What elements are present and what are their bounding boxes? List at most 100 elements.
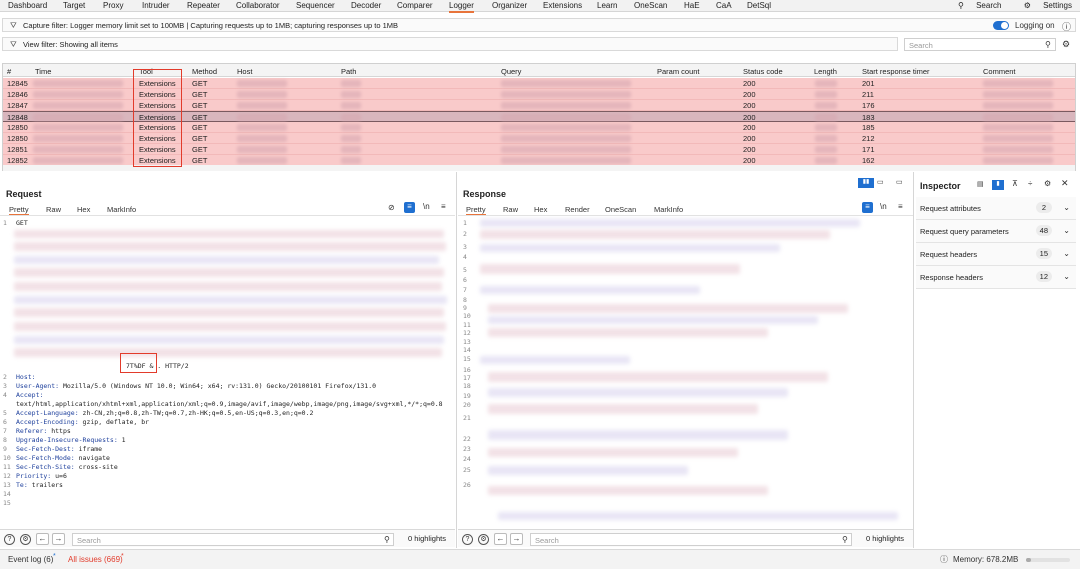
tab-sequencer[interactable]: Sequencer xyxy=(296,1,335,10)
menu-icon[interactable]: ≡ xyxy=(898,202,903,211)
help-icon[interactable]: ? xyxy=(4,534,15,545)
line-number: 11 xyxy=(463,321,471,329)
request-tab-raw[interactable]: Raw xyxy=(46,205,61,214)
response-tab-onescan[interactable]: OneScan xyxy=(605,205,636,214)
gear-icon[interactable]: ⚙ xyxy=(478,534,489,545)
layout-icon[interactable]: ▤ xyxy=(977,180,984,188)
inspector-section[interactable]: Response headers 12 ⌄ xyxy=(916,266,1076,289)
back-arrow-icon[interactable]: ← xyxy=(494,533,507,545)
redacted xyxy=(488,328,768,337)
forward-arrow-icon[interactable]: → xyxy=(510,533,523,545)
tab-target[interactable]: Target xyxy=(63,1,85,10)
line-number: 10 xyxy=(463,312,471,320)
filter-icon: ⛛ xyxy=(10,21,17,30)
tab-logger[interactable]: Logger xyxy=(449,1,474,13)
inspector-section[interactable]: Request headers 15 ⌄ xyxy=(916,243,1076,266)
settings-button[interactable]: ⚙ Settings xyxy=(1014,1,1072,10)
col-number[interactable]: # xyxy=(7,67,11,76)
request-editor[interactable]: 1 GET 7T%DF & . HTTP/2 2 Host: 3 User-Agent… xyxy=(0,215,455,528)
eye-off-icon[interactable]: ⊘ xyxy=(388,203,395,212)
help-icon[interactable]: ⓘ xyxy=(1062,20,1071,33)
line-number: 7 xyxy=(463,286,467,294)
col-path[interactable]: Path xyxy=(341,67,356,76)
forward-arrow-icon[interactable]: → xyxy=(52,533,65,545)
col-time[interactable]: Time xyxy=(35,67,51,76)
response-tab-markinfo[interactable]: MarkInfo xyxy=(654,205,683,214)
capture-filter-bar[interactable]: ⛛ Capture filter: Logger memory limit se… xyxy=(2,18,1076,32)
wrap-icon[interactable]: ≡ xyxy=(862,202,873,213)
chevron-down-icon[interactable]: ⌄ xyxy=(1063,272,1070,281)
chevron-down-icon[interactable]: ⌄ xyxy=(1063,226,1070,235)
newline-icon[interactable]: \n xyxy=(423,202,430,211)
tab-caa[interactable]: CaA xyxy=(716,1,732,10)
col-query[interactable]: Query xyxy=(501,67,521,76)
request-method: GET xyxy=(16,219,28,227)
search-icon: ⚲ xyxy=(1045,40,1051,49)
response-tab-render[interactable]: Render xyxy=(565,205,590,214)
tab-learn[interactable]: Learn xyxy=(597,1,617,10)
inspector-section[interactable]: Request attributes 2 ⌄ xyxy=(916,197,1076,220)
tab-extensions[interactable]: Extensions xyxy=(543,1,582,10)
tab-repeater[interactable]: Repeater xyxy=(187,1,220,10)
expand-icon[interactable]: ÷ xyxy=(1028,179,1032,188)
search-button[interactable]: ⚲ Search xyxy=(948,1,1001,10)
col-host[interactable]: Host xyxy=(237,67,252,76)
tab-hae[interactable]: HaE xyxy=(684,1,700,10)
redacted-cell xyxy=(815,135,837,142)
menu-icon[interactable]: ≡ xyxy=(441,202,446,211)
tab-organizer[interactable]: Organizer xyxy=(492,1,527,10)
col-comment[interactable]: Comment xyxy=(983,67,1016,76)
col-length[interactable]: Length xyxy=(814,67,837,76)
col-start-response-timer[interactable]: Start response timer xyxy=(862,67,930,76)
layout-horizontal-icon[interactable]: ▭ xyxy=(877,178,884,186)
request-tab-hex[interactable]: Hex xyxy=(77,205,90,214)
help-icon[interactable]: ? xyxy=(462,534,473,545)
tab-comparer[interactable]: Comparer xyxy=(397,1,433,10)
line-number: 13 xyxy=(3,481,11,489)
wrap-icon[interactable]: ≡ xyxy=(404,202,415,213)
tab-dashboard[interactable]: Dashboard xyxy=(8,1,47,10)
tab-intruder[interactable]: Intruder xyxy=(142,1,170,10)
tab-onescan[interactable]: OneScan xyxy=(634,1,667,10)
response-editor[interactable]: 1 2 3 4 5 6 7 8 9 10 11 12 13 14 15 16 17 18 19 20 21 22 23 24 2… xyxy=(458,215,913,528)
tab-collaborator[interactable]: Collaborator xyxy=(236,1,280,10)
line-number: 16 xyxy=(463,366,471,374)
redacted-cell xyxy=(33,157,123,164)
tab-proxy[interactable]: Proxy xyxy=(103,1,123,10)
redacted xyxy=(14,296,447,304)
event-log-link[interactable]: Event log (6) xyxy=(8,555,53,564)
cell-timer: 201 xyxy=(862,79,875,88)
response-tab-hex[interactable]: Hex xyxy=(534,205,547,214)
collapse-icon[interactable]: ⊼ xyxy=(1012,179,1018,188)
newline-icon[interactable]: \n xyxy=(880,202,887,211)
col-status-code[interactable]: Status code xyxy=(743,67,783,76)
tab-detsql[interactable]: DetSql xyxy=(747,1,771,10)
cell-status: 200 xyxy=(743,101,756,110)
inspector-section[interactable]: Request query parameters 48 ⌄ xyxy=(916,220,1076,243)
request-tab-markinfo[interactable]: MarkInfo xyxy=(107,205,136,214)
close-icon[interactable]: ✕ xyxy=(1061,178,1069,189)
all-issues-link[interactable]: All issues (669) xyxy=(68,555,123,564)
layout-single-icon[interactable]: ▭ xyxy=(896,178,903,186)
tab-decoder[interactable]: Decoder xyxy=(351,1,381,10)
view-filter-bar[interactable]: ⛛ View filter: Showing all items xyxy=(2,37,898,51)
request-search-input[interactable]: Search xyxy=(72,533,394,546)
layout-split-icon[interactable]: ▮▮ xyxy=(858,178,874,188)
view-search-input[interactable]: Search xyxy=(904,38,1056,51)
gear-icon[interactable]: ⚙ xyxy=(20,534,31,545)
gear-icon[interactable]: ⚙ xyxy=(1044,179,1051,188)
header-line: Accept-Encoding: gzip, deflate, br xyxy=(16,418,149,426)
col-method[interactable]: Method xyxy=(192,67,217,76)
layout-active-icon[interactable]: ▮ xyxy=(992,180,1004,190)
settings-icon[interactable]: ⚙ xyxy=(1062,39,1070,50)
redacted-cell xyxy=(237,146,287,153)
logging-toggle[interactable] xyxy=(993,21,1009,30)
back-arrow-icon[interactable]: ← xyxy=(36,533,49,545)
redacted xyxy=(488,466,688,475)
response-search-input[interactable]: Search xyxy=(530,533,852,546)
chevron-down-icon[interactable]: ⌄ xyxy=(1063,249,1070,258)
chevron-down-icon[interactable]: ⌄ xyxy=(1063,203,1070,212)
redacted xyxy=(480,244,780,252)
col-param-count[interactable]: Param count xyxy=(657,67,700,76)
response-tab-raw[interactable]: Raw xyxy=(503,205,518,214)
